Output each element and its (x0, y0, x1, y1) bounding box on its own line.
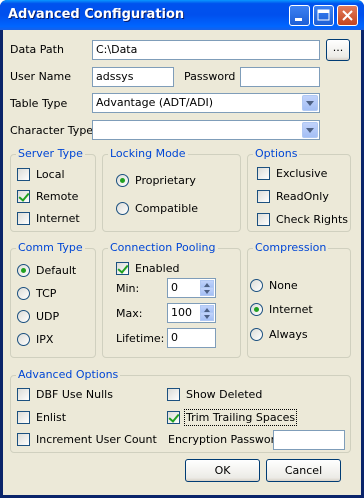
increment-user-count-label: Increment User Count (36, 433, 157, 446)
options-title: Options (253, 147, 300, 160)
min-value: 0 (171, 281, 178, 294)
data-path-input[interactable]: C:\Data (92, 40, 320, 60)
always-radio[interactable] (250, 328, 263, 341)
remote-checkbox[interactable] (17, 190, 30, 203)
enlist-checkbox[interactable] (17, 411, 30, 424)
table-type-select[interactable]: Advantage (ADT/ADI) (92, 93, 320, 113)
trim-trailing-spaces-checkbox[interactable] (167, 411, 180, 424)
advanced-options-title: Advanced Options (16, 368, 121, 381)
connection-pooling-title: Connection Pooling (108, 241, 218, 254)
compatible-label: Compatible (135, 202, 199, 215)
default-radio[interactable] (17, 264, 30, 277)
show-deleted-label: Show Deleted (186, 388, 263, 401)
compression-title: Compression (253, 241, 329, 254)
show-deleted-checkbox[interactable] (167, 388, 180, 401)
check-rights-checkbox[interactable] (257, 213, 270, 226)
min-label: Min: (116, 282, 140, 295)
exclusive-checkbox[interactable] (257, 167, 270, 180)
maximize-button[interactable] (313, 5, 334, 26)
window-title: Advanced Configuration (8, 7, 185, 22)
exclusive-label: Exclusive (276, 167, 328, 180)
pooling-enabled-checkbox[interactable] (116, 262, 129, 275)
title-bar[interactable]: Advanced Configuration (0, 0, 364, 30)
max-label: Max: (116, 307, 143, 320)
dialog-window: Advanced Configuration Data Path C:\Data… (0, 0, 364, 498)
proprietary-label: Proprietary (135, 174, 196, 187)
internet-label: Internet (36, 212, 80, 225)
max-value: 100 (171, 306, 192, 319)
check-rights-label: Check Rights (276, 213, 349, 226)
compression-internet-radio[interactable] (250, 303, 263, 316)
locking-mode-title: Locking Mode (108, 147, 188, 160)
ipx-radio[interactable] (17, 333, 30, 346)
local-checkbox[interactable] (17, 168, 30, 181)
character-type-select[interactable] (92, 120, 320, 140)
ok-button[interactable]: OK (185, 459, 260, 482)
remote-label: Remote (36, 190, 79, 203)
always-label: Always (269, 328, 308, 341)
password-input[interactable] (240, 67, 320, 87)
cancel-button[interactable]: Cancel (266, 459, 341, 482)
trim-trailing-spaces-label: Trim Trailing Spaces (183, 409, 298, 426)
comm-type-title: Comm Type (16, 241, 85, 254)
chevron-down-icon[interactable] (302, 122, 318, 138)
maximize-icon (317, 9, 330, 21)
dbf-use-nulls-label: DBF Use Nulls (36, 388, 113, 401)
data-path-label: Data Path (10, 43, 64, 56)
dialog-body: Data Path C:\Data ... User Name adssys P… (3, 30, 361, 495)
none-label: None (269, 279, 298, 292)
spin-down-icon[interactable] (200, 287, 214, 296)
close-icon (342, 10, 353, 21)
local-label: Local (36, 168, 65, 181)
default-label: Default (36, 264, 77, 277)
tcp-label: TCP (36, 287, 57, 300)
min-spinner[interactable]: 0 (167, 278, 216, 298)
compatible-radio[interactable] (116, 202, 129, 215)
enlist-label: Enlist (36, 411, 67, 424)
user-name-label: User Name (10, 70, 72, 83)
dbf-use-nulls-checkbox[interactable] (17, 388, 30, 401)
proprietary-radio[interactable] (116, 174, 129, 187)
udp-radio[interactable] (17, 310, 30, 323)
close-button[interactable] (337, 5, 358, 26)
increment-user-count-checkbox[interactable] (17, 433, 30, 446)
encryption-password-input[interactable] (273, 430, 345, 450)
user-name-input[interactable]: adssys (92, 67, 174, 87)
readonly-label: ReadOnly (276, 190, 329, 203)
table-type-label: Table Type (10, 97, 68, 110)
password-label: Password (184, 70, 236, 83)
minimize-icon (295, 18, 302, 21)
compression-internet-label: Internet (269, 303, 313, 316)
pooling-enabled-label: Enabled (135, 262, 180, 275)
none-radio[interactable] (250, 279, 263, 292)
chevron-down-icon[interactable] (302, 95, 318, 111)
max-spinner[interactable]: 100 (167, 303, 216, 323)
readonly-checkbox[interactable] (257, 190, 270, 203)
lifetime-label: Lifetime: (116, 332, 165, 345)
spin-down-icon[interactable] (200, 312, 214, 321)
server-type-title: Server Type (16, 147, 85, 160)
internet-checkbox[interactable] (17, 212, 30, 225)
locking-mode-group: Locking Mode (102, 147, 241, 232)
character-type-label: Character Type (10, 124, 94, 137)
browse-button[interactable]: ... (326, 39, 350, 61)
ipx-label: IPX (36, 333, 54, 346)
tcp-radio[interactable] (17, 287, 30, 300)
minimize-button[interactable] (289, 5, 310, 26)
encryption-password-label: Encryption Password (168, 433, 282, 446)
table-type-value: Advantage (ADT/ADI) (96, 96, 214, 109)
lifetime-input[interactable]: 0 (167, 328, 216, 348)
udp-label: UDP (36, 310, 60, 323)
